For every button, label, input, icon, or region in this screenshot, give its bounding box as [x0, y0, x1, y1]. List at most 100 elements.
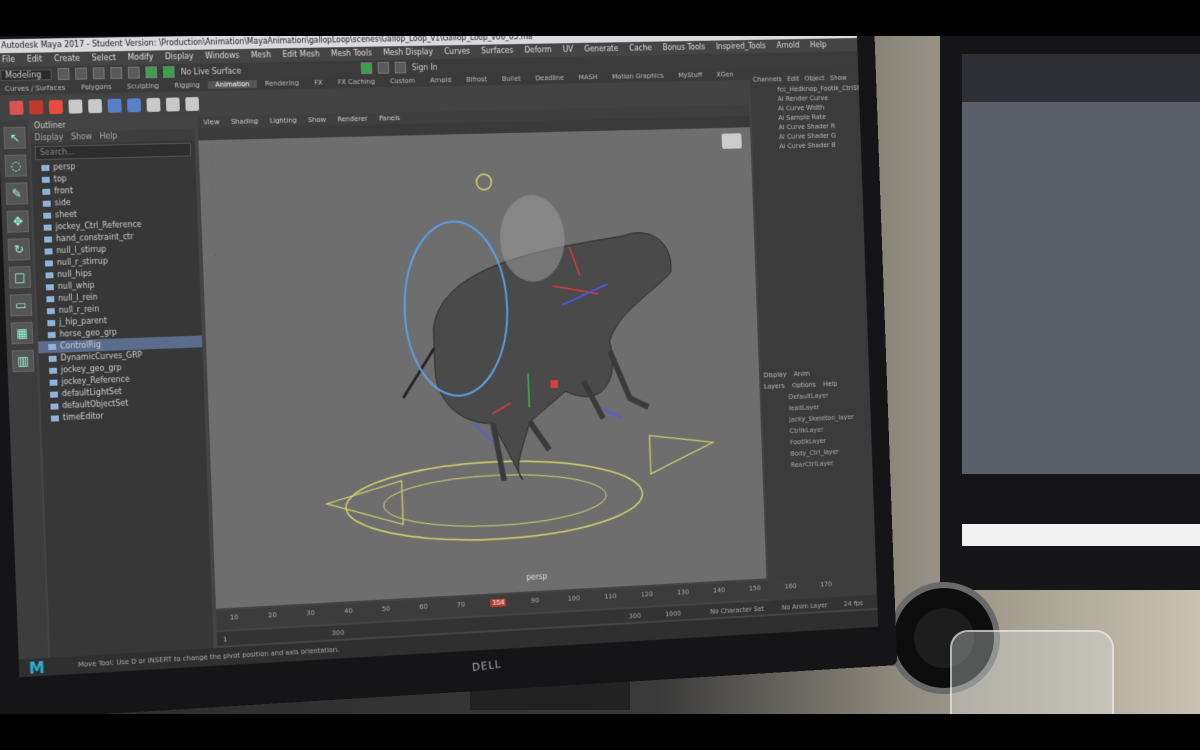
select-tool-icon[interactable]: ↖ — [3, 126, 26, 150]
shelf-tab-fx-caching[interactable]: FX Caching — [330, 78, 383, 87]
layer-menu-layers[interactable]: Layers — [761, 382, 787, 391]
menu-deform[interactable]: Deform — [524, 45, 552, 54]
shelf-tab-xgen[interactable]: XGen — [709, 71, 741, 79]
motion-trail-icon[interactable] — [146, 97, 161, 112]
shelf-tab-custom[interactable]: Custom — [382, 77, 422, 86]
menu-select[interactable]: Select — [92, 53, 116, 62]
render-icon[interactable] — [360, 62, 373, 75]
menu-edit[interactable]: Edit — [27, 54, 43, 63]
dope-sheet-icon[interactable] — [87, 99, 103, 114]
live-surface-label[interactable]: No Live Surface — [181, 66, 242, 76]
move-tool-icon[interactable]: ✥ — [6, 210, 30, 233]
perspective-viewport[interactable]: View Shading Lighting Show Renderer Panels — [197, 104, 767, 609]
shelf-tab-sculpting[interactable]: Sculpting — [119, 82, 167, 91]
lasso-tool-icon[interactable]: ◌ — [4, 154, 27, 177]
outliner-search-input[interactable]: Search... — [34, 142, 192, 161]
layer-tab-anim[interactable]: Anim — [791, 370, 813, 378]
save-scene-icon[interactable] — [93, 67, 106, 80]
channel-box-menu-object[interactable]: Object — [802, 74, 828, 83]
sign-in-button[interactable]: Sign In — [412, 62, 438, 71]
open-scene-icon[interactable] — [75, 67, 88, 80]
shelf-tab-arnold[interactable]: Arnold — [422, 76, 458, 84]
outliner-menu-help[interactable]: Help — [99, 131, 117, 140]
graph-editor-icon[interactable] — [68, 99, 83, 114]
shelf-tab-polygons[interactable]: Polygons — [73, 83, 119, 92]
menu-mesh-display[interactable]: Mesh Display — [383, 48, 433, 58]
mode-selector[interactable]: Modeling — [0, 68, 53, 81]
shelf-tab-mystuff[interactable]: MyStuff — [671, 71, 710, 79]
ipr-render-icon[interactable] — [377, 61, 390, 74]
ik-handle-icon[interactable] — [107, 98, 122, 113]
view-cube[interactable] — [721, 133, 742, 149]
playblast-icon[interactable] — [185, 97, 200, 112]
viewport-menu-shading[interactable]: Shading — [225, 117, 264, 126]
snap-grid-icon[interactable] — [145, 66, 158, 79]
menu-bonus-tools[interactable]: Bonus Tools — [663, 43, 706, 52]
shelf-tab-rendering[interactable]: Rendering — [257, 79, 307, 88]
set-key-icon[interactable] — [9, 100, 24, 115]
undo-icon[interactable] — [110, 66, 123, 80]
shelf-tab-bifrost[interactable]: Bifrost — [459, 75, 495, 84]
two-pane-layout-icon[interactable]: ▥ — [11, 349, 35, 373]
render-settings-icon[interactable] — [394, 61, 407, 74]
viewport-menu-view[interactable]: View — [198, 118, 226, 126]
shelf-tab-rigging[interactable]: Rigging — [166, 81, 207, 90]
layer-menu-help[interactable]: Help — [820, 380, 840, 388]
scale-tool-icon[interactable]: □ — [8, 266, 32, 289]
viewport-menu-lighting[interactable]: Lighting — [264, 116, 303, 125]
single-pane-layout-icon[interactable]: ▭ — [9, 293, 33, 317]
outliner-list: persp top front side sheet jockey_Ctrl_Refere… — [31, 158, 205, 425]
shelf-tab-animation[interactable]: Animation — [207, 80, 258, 89]
shelf-tab-deadline[interactable]: Deadline — [528, 74, 572, 83]
menu-modify[interactable]: Modify — [127, 52, 153, 61]
new-scene-icon[interactable] — [57, 67, 70, 81]
channel-box-menu-show[interactable]: Show — [827, 74, 849, 82]
four-pane-layout-icon[interactable]: ▦ — [10, 321, 34, 345]
channel-box-menu-channels[interactable]: Channels — [750, 75, 785, 83]
menu-mesh-tools[interactable]: Mesh Tools — [331, 49, 372, 59]
menu-mesh[interactable]: Mesh — [251, 50, 271, 59]
layer-tab-display[interactable]: Display — [761, 371, 790, 380]
menu-uv[interactable]: UV — [563, 45, 574, 54]
menu-display[interactable]: Display — [165, 52, 194, 61]
menu-file[interactable]: File — [2, 55, 16, 64]
viewport-menu-renderer[interactable]: Renderer — [332, 115, 374, 124]
layer-menu-options[interactable]: Options — [789, 381, 819, 390]
outliner-menu-show[interactable]: Show — [71, 132, 92, 141]
menu-help[interactable]: Help — [810, 40, 826, 49]
menu-cache[interactable]: Cache — [629, 44, 652, 53]
channel-box-menu-edit[interactable]: Edit — [784, 75, 802, 83]
viewport-menu-show[interactable]: Show — [302, 116, 332, 124]
maya-window: Autodesk Maya 2017 - Student Version: \P… — [0, 24, 879, 678]
animation-end-field[interactable]: 300 — [629, 612, 641, 620]
menu-arnold[interactable]: Arnold — [776, 41, 799, 50]
character-set-menu[interactable]: No Character Set — [710, 605, 764, 616]
joint-tool-icon[interactable] — [127, 98, 142, 113]
fps-menu[interactable]: 24 fps — [844, 599, 863, 608]
menu-curves[interactable]: Curves — [444, 47, 470, 56]
range-end-field[interactable]: 300 — [332, 629, 345, 638]
snap-curve-icon[interactable] — [163, 65, 176, 78]
shelf-tab-motion-graphics[interactable]: Motion Graphics — [605, 72, 671, 81]
menu-surfaces[interactable]: Surfaces — [481, 46, 513, 55]
shelf-tab-fx[interactable]: FX — [306, 79, 330, 87]
menu-inspired-tools[interactable]: Inspired_Tools — [716, 42, 766, 51]
outliner-menu-display[interactable]: Display — [34, 133, 63, 143]
key-rotate-icon[interactable] — [48, 99, 64, 115]
ghost-icon[interactable] — [165, 97, 180, 112]
key-translate-icon[interactable] — [29, 100, 44, 115]
viewport-menu-panels[interactable]: Panels — [373, 114, 406, 123]
anim-layer-menu[interactable]: No Anim Layer — [782, 601, 828, 611]
playback-end-field[interactable]: 1000 — [665, 610, 681, 619]
menu-edit-mesh[interactable]: Edit Mesh — [282, 50, 320, 59]
shelf-tab-mash[interactable]: MASH — [571, 73, 605, 81]
menu-generate[interactable]: Generate — [584, 44, 618, 53]
redo-icon[interactable] — [128, 66, 141, 79]
shelf-tab-bullet[interactable]: Bullet — [494, 75, 528, 83]
menu-create[interactable]: Create — [54, 54, 80, 63]
rotate-tool-icon[interactable]: ↻ — [7, 238, 31, 261]
menu-windows[interactable]: Windows — [205, 51, 240, 60]
range-start[interactable]: 1 — [223, 636, 228, 644]
shelf-tab-curves-surfaces[interactable]: Curves / Surfaces — [0, 84, 73, 93]
paint-tool-icon[interactable]: ✎ — [5, 182, 29, 205]
